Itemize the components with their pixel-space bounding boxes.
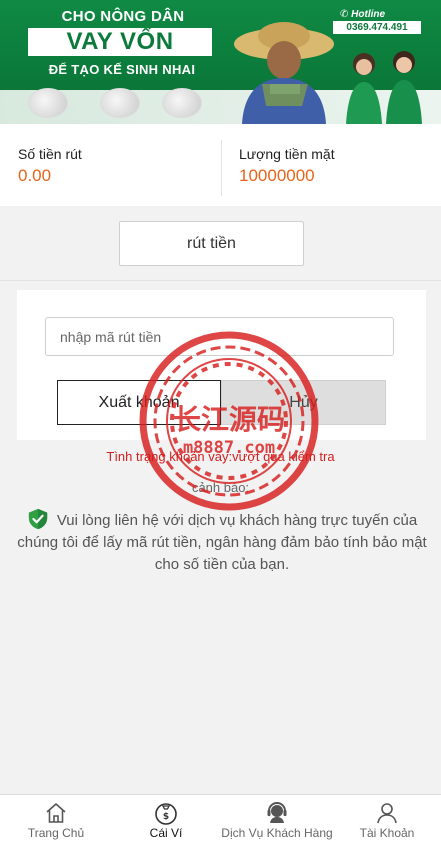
stats-divider: [221, 140, 222, 196]
balance-summary: Số tiền rút 0.00 Lượng tiền mặt 10000000: [0, 124, 441, 206]
tab-account-label: Tài Khoản: [359, 826, 415, 840]
banner-line-3: ĐỂ TẠO KẾ SINH NHAI: [48, 62, 196, 77]
cash-label: Lượng tiền mặt: [239, 146, 335, 162]
tab-home[interactable]: Trang Chủ: [12, 795, 100, 848]
banner-line-1: CHO NÔNG DÂN: [61, 8, 185, 25]
promo-banner: CHO NÔNG DÂN VAY VỐN ĐỂ TẠO KẾ SINH NHAI…: [0, 0, 441, 124]
cash-stat: Lượng tiền mặt 10000000: [239, 124, 429, 206]
hotline-number: 0369.474.491: [333, 21, 421, 34]
withdrawn-value: 0.00: [18, 166, 52, 185]
tab-customer-service-label: Dịch Vụ Khách Hàng: [221, 826, 333, 840]
tab-home-label: Trang Chủ: [27, 826, 85, 840]
withdrawn-stat: Số tiền rút 0.00: [18, 124, 208, 206]
staff-image: [346, 51, 422, 124]
tab-account[interactable]: Tài Khoản: [350, 795, 424, 848]
banner-coins-image: [28, 88, 68, 118]
tab-wallet-label: Cái Ví: [149, 826, 183, 840]
hotline-label: ✆ Hotline: [340, 9, 386, 20]
section-divider: [0, 280, 441, 281]
wallet-icon: $: [155, 803, 177, 825]
svg-text:$: $: [163, 812, 169, 822]
user-icon: [377, 803, 397, 824]
tab-customer-service[interactable]: Dịch Vụ Khách Hàng: [218, 795, 336, 848]
security-notice-text: Vui lòng liên hệ với dịch vụ khách hàng …: [17, 512, 427, 573]
home-icon: [46, 803, 66, 823]
watermark-seal: 长江源码 m8887.com: [139, 331, 319, 511]
banner-payment-image: [162, 88, 202, 118]
banner-cash-image: [100, 88, 140, 118]
shield-check-icon: [28, 508, 47, 530]
withdraw-button[interactable]: rút tiền: [119, 221, 304, 266]
bottom-tab-bar: Trang Chủ $ Cái Ví Dịch Vụ Khách Hàng Tà…: [0, 794, 441, 848]
banner-line-2: VAY VỐN: [28, 28, 212, 56]
watermark-text-1: 长江源码: [173, 403, 285, 436]
tab-wallet[interactable]: $ Cái Ví: [128, 795, 204, 848]
farmer-image: [234, 22, 334, 124]
security-notice: Vui lòng liên hệ với dịch vụ khách hàng …: [10, 508, 434, 576]
cash-value: 10000000: [239, 166, 315, 185]
watermark-text-2: m8887.com: [183, 438, 275, 458]
customer-service-icon: [267, 802, 287, 823]
withdrawn-label: Số tiền rút: [18, 146, 82, 162]
